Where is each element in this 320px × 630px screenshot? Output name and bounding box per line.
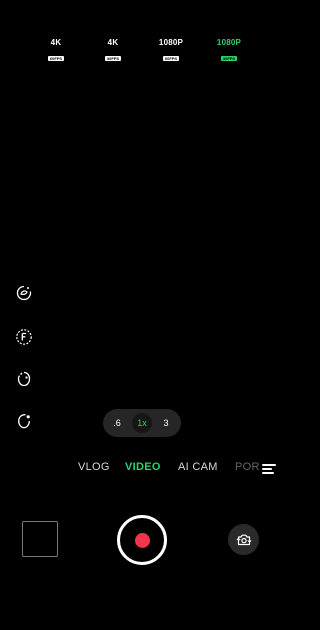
preset-1080p-60[interactable]: 1080P 60FPS [156, 38, 186, 65]
filter-icon [16, 329, 32, 345]
flip-camera-button[interactable] [228, 524, 259, 555]
resolution-presets: 4K 60FPS 4K 30FPS 1080P 60FPS 1080P 30FP… [0, 38, 284, 61]
preset-fps: 30FPS [104, 56, 122, 61]
gallery-thumbnail[interactable] [22, 521, 58, 557]
menu-lines-icon[interactable] [262, 464, 276, 474]
zoom-option-1x[interactable]: 1x [132, 413, 152, 433]
mode-vlog[interactable]: VLOG [78, 461, 110, 473]
preset-resolution: 4K [50, 38, 62, 47]
preset-fps: 60FPS [47, 56, 65, 61]
mode-ai-cam[interactable]: AI CAM [178, 461, 218, 473]
camera-flip-icon [235, 534, 252, 545]
portrait-retouch-icon [17, 371, 31, 387]
zoom-selector: .6 1x 3 [103, 409, 181, 437]
record-button[interactable] [117, 515, 167, 565]
mode-portrait[interactable]: POR [235, 461, 260, 473]
mode-video[interactable]: VIDEO [125, 461, 161, 473]
preset-resolution: 1080P [158, 38, 184, 47]
preset-1080p-30[interactable]: 1080P 30FPS [214, 38, 244, 65]
preset-resolution: 1080P [216, 38, 242, 47]
preset-4k-30[interactable]: 4K 30FPS [98, 38, 128, 65]
preset-4k-60[interactable]: 4K 60FPS [41, 38, 71, 65]
preset-resolution: 4K [107, 38, 119, 47]
preset-fps: 60FPS [162, 56, 180, 61]
zoom-option-0-6[interactable]: .6 [107, 413, 127, 433]
preset-fps: 30FPS [220, 56, 238, 61]
zoom-option-3[interactable]: 3 [156, 413, 176, 433]
retouch-button[interactable] [15, 370, 33, 388]
face-enhance-button[interactable] [15, 412, 33, 430]
mode-selector: VLOG VIDEO AI CAM POR [0, 458, 284, 478]
record-dot-icon [134, 532, 150, 548]
filter-button[interactable] [15, 328, 33, 346]
beauty-icon [16, 285, 32, 301]
face-enhance-icon [18, 414, 30, 429]
beauty-button[interactable] [15, 284, 33, 302]
